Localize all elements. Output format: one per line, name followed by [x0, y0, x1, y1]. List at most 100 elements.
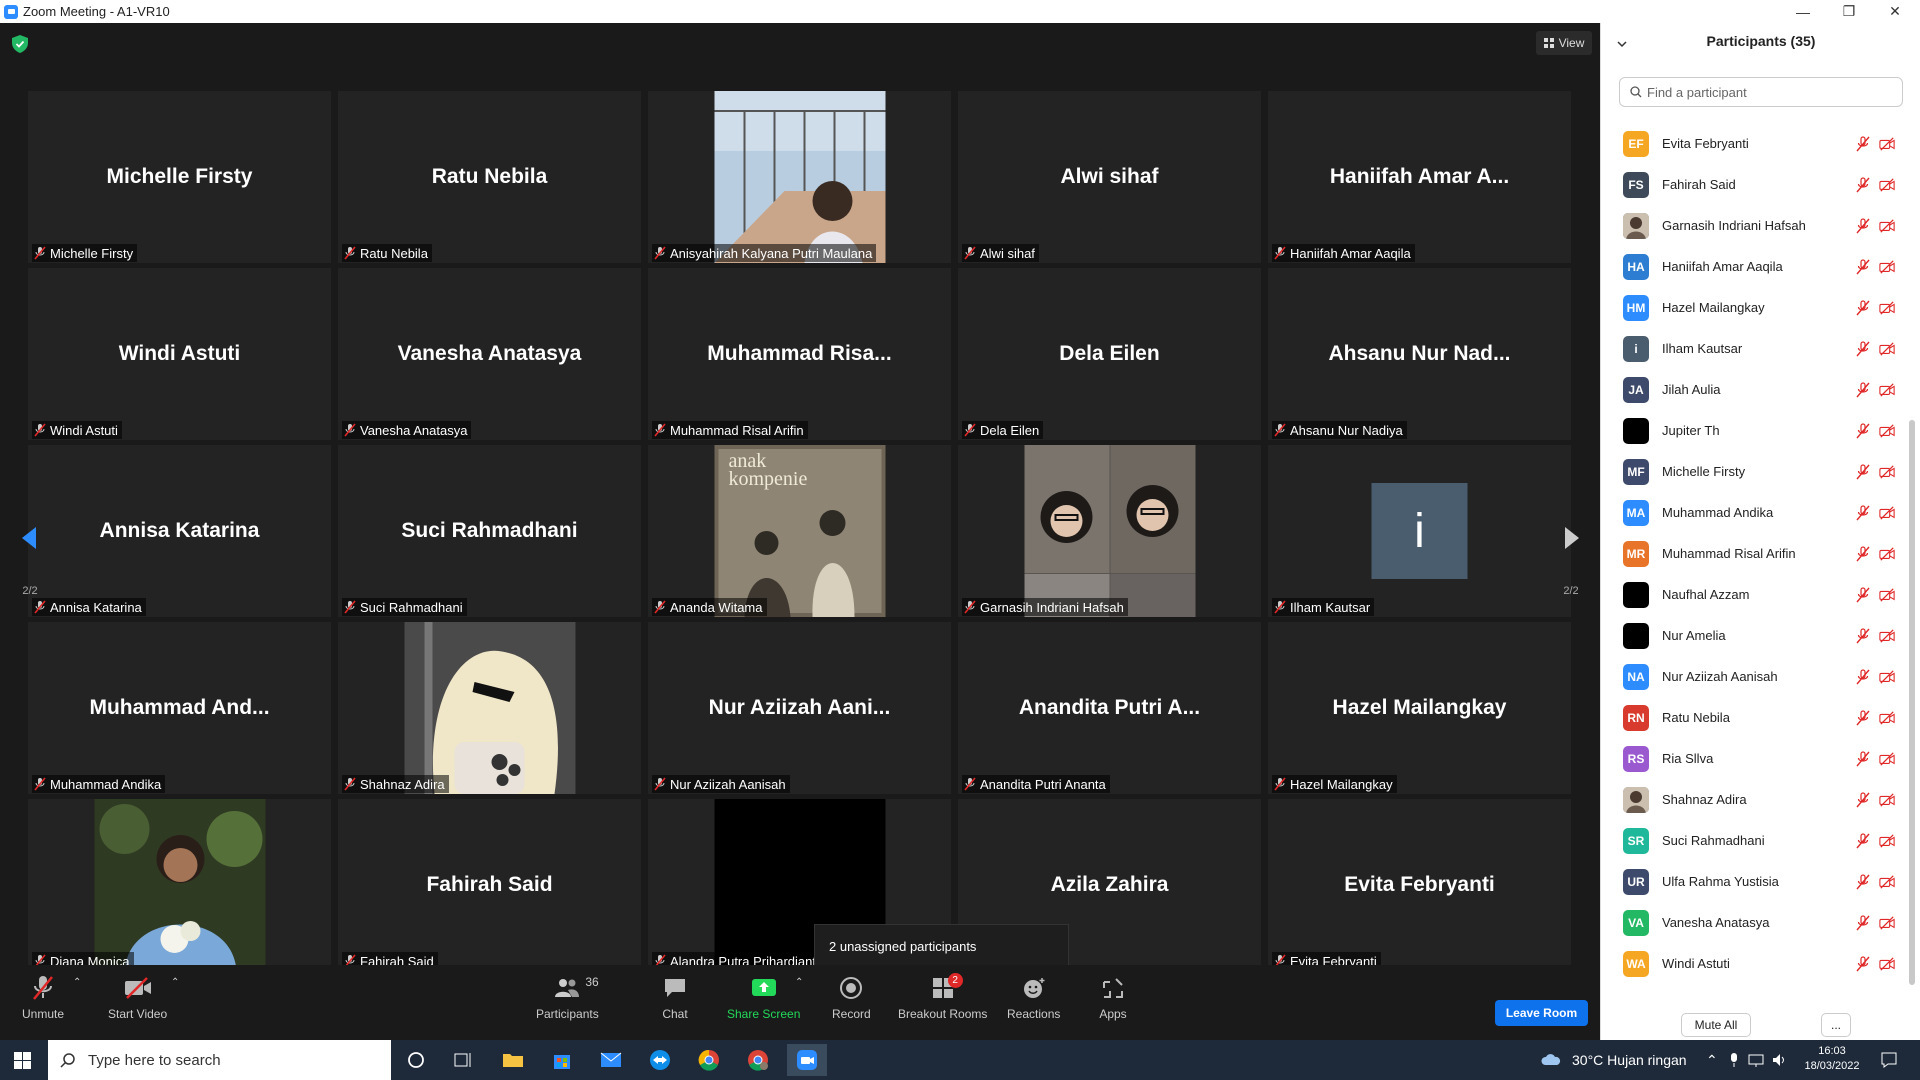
leave-room-button[interactable]: Leave Room — [1495, 1000, 1588, 1026]
video-off-icon[interactable] — [1879, 956, 1895, 972]
video-off-icon[interactable] — [1879, 710, 1895, 726]
participant-list-item[interactable]: JA Jilah Aulia — [1601, 369, 1901, 410]
muted-mic-icon[interactable] — [1855, 955, 1871, 972]
muted-mic-icon[interactable] — [1855, 709, 1871, 726]
chrome-profile-icon[interactable] — [738, 1044, 778, 1076]
video-off-icon[interactable] — [1879, 628, 1895, 644]
file-explorer-icon[interactable] — [493, 1044, 533, 1076]
participant-search-input[interactable]: Find a participant — [1619, 77, 1903, 107]
participants-button[interactable]: 36 Participants — [536, 973, 599, 1021]
participant-list-item[interactable]: EF Evita Febryanti — [1601, 123, 1901, 164]
video-off-icon[interactable] — [1879, 464, 1895, 480]
start-video-button[interactable]: Start Video — [108, 973, 167, 1021]
participant-tile[interactable]: Haniifah Amar A... Haniifah Amar Aaqila — [1268, 91, 1571, 263]
participant-list-item[interactable]: NA Nur Aziizah Aanisah — [1601, 656, 1901, 697]
participant-list-item[interactable]: HM Hazel Mailangkay — [1601, 287, 1901, 328]
weather-widget[interactable]: 30°C Hujan ringan — [1540, 1040, 1687, 1080]
participant-list-item[interactable]: RN Ratu Nebila — [1601, 697, 1901, 738]
muted-mic-icon[interactable] — [1855, 299, 1871, 316]
participant-list-scrollbar[interactable] — [1909, 420, 1915, 985]
share-options-caret[interactable]: ⌃ — [795, 977, 803, 988]
participant-tile[interactable]: Dela Eilen Dela Eilen — [958, 268, 1261, 440]
show-hidden-icons-icon[interactable]: ⌃ — [1706, 1052, 1718, 1069]
participant-list-item[interactable]: SR Suci Rahmadhani — [1601, 820, 1901, 861]
muted-mic-icon[interactable] — [1855, 463, 1871, 480]
video-off-icon[interactable] — [1879, 505, 1895, 521]
participant-list-item[interactable]: HA Haniifah Amar Aaqila — [1601, 246, 1901, 287]
participant-tile[interactable]: Evita Febryanti Evita Febryanti — [1268, 799, 1571, 971]
video-off-icon[interactable] — [1879, 341, 1895, 357]
participant-tile[interactable]: Alwi sihaf Alwi sihaf — [958, 91, 1261, 263]
video-off-icon[interactable] — [1879, 136, 1895, 152]
muted-mic-icon[interactable] — [1855, 381, 1871, 398]
previous-page-button[interactable]: 2/2 — [10, 511, 50, 597]
participant-tile[interactable]: Diana Monica — [28, 799, 331, 971]
task-view-icon[interactable] — [443, 1044, 483, 1076]
restore-button[interactable]: ❐ — [1826, 0, 1872, 23]
video-off-icon[interactable] — [1879, 874, 1895, 890]
participant-tile[interactable]: Vanesha Anatasya Vanesha Anatasya — [338, 268, 641, 440]
participant-list-item[interactable]: WA Windi Astuti — [1601, 943, 1901, 984]
video-off-icon[interactable] — [1879, 915, 1895, 931]
network-icon[interactable] — [1748, 1053, 1764, 1067]
participant-tile[interactable]: Hazel Mailangkay Hazel Mailangkay — [1268, 622, 1571, 794]
reactions-button[interactable]: Reactions — [1007, 973, 1060, 1021]
participant-tile[interactable]: Muhammad And... Muhammad Andika — [28, 622, 331, 794]
chat-button[interactable]: Chat — [660, 973, 690, 1021]
video-off-icon[interactable] — [1879, 669, 1895, 685]
participant-list-item[interactable]: UR Ulfa Rahma Yustisia — [1601, 861, 1901, 902]
unmute-button[interactable]: Unmute — [22, 973, 64, 1021]
video-off-icon[interactable] — [1879, 792, 1895, 808]
mute-all-button[interactable]: Mute All — [1681, 1013, 1751, 1037]
next-page-button[interactable]: 2/2 — [1551, 511, 1591, 597]
windows-start-icon[interactable] — [14, 1052, 31, 1069]
muted-mic-icon[interactable] — [1855, 545, 1871, 562]
participant-tile[interactable]: Anandita Putri A... Anandita Putri Ananta — [958, 622, 1261, 794]
video-off-icon[interactable] — [1879, 833, 1895, 849]
muted-mic-icon[interactable] — [1855, 873, 1871, 890]
participant-tile[interactable]: Muhammad Risa... Muhammad Risal Arifin — [648, 268, 951, 440]
participant-tile[interactable]: Ratu Nebila Ratu Nebila — [338, 91, 641, 263]
participant-tile[interactable]: i Ilham Kautsar — [1268, 445, 1571, 617]
participant-tile[interactable]: Shahnaz Adira — [338, 622, 641, 794]
teamviewer-icon[interactable] — [640, 1044, 680, 1076]
taskbar-search-input[interactable]: Type here to search — [48, 1040, 391, 1080]
participant-tile[interactable]: Michelle Firsty Michelle Firsty — [28, 91, 331, 263]
participant-list-item[interactable]: MR Muhammad Risal Arifin — [1601, 533, 1901, 574]
muted-mic-icon[interactable] — [1855, 914, 1871, 931]
minimize-button[interactable]: — — [1780, 0, 1826, 23]
participant-list-item[interactable]: Shahnaz Adira — [1601, 779, 1901, 820]
video-off-icon[interactable] — [1879, 300, 1895, 316]
unassigned-participants-tooltip[interactable]: 2 unassigned participants — [814, 924, 1069, 968]
close-button[interactable]: ✕ — [1872, 0, 1918, 23]
muted-mic-icon[interactable] — [1855, 217, 1871, 234]
participant-list-item[interactable]: Nur Amelia — [1601, 615, 1901, 656]
muted-mic-icon[interactable] — [1855, 176, 1871, 193]
participant-list-item[interactable]: MF Michelle Firsty — [1601, 451, 1901, 492]
participant-list-item[interactable]: FS Fahirah Said — [1601, 164, 1901, 205]
muted-mic-icon[interactable] — [1855, 422, 1871, 439]
record-button[interactable]: Record — [832, 973, 871, 1021]
share-screen-button[interactable]: Share Screen — [727, 973, 800, 1021]
participant-list-item[interactable]: Naufhal Azzam — [1601, 574, 1901, 615]
participant-tile[interactable]: Nur Aziizah Aani... Nur Aziizah Aanisah — [648, 622, 951, 794]
breakout-rooms-button[interactable]: 2 Breakout Rooms — [898, 973, 987, 1021]
audio-options-caret[interactable]: ⌃ — [73, 977, 81, 988]
participant-tile[interactable]: Fahirah Said Fahirah Said — [338, 799, 641, 971]
participant-list-item[interactable]: Garnasih Indriani Hafsah — [1601, 205, 1901, 246]
video-off-icon[interactable] — [1879, 259, 1895, 275]
participant-list-item[interactable]: VA Vanesha Anatasya — [1601, 902, 1901, 943]
zoom-taskbar-icon[interactable] — [787, 1044, 827, 1076]
participant-tile[interactable]: Suci Rahmadhani Suci Rahmadhani — [338, 445, 641, 617]
mail-icon[interactable] — [591, 1044, 631, 1076]
participant-tile[interactable]: Anisyahirah Kalyana Putri Maulana — [648, 91, 951, 263]
encryption-shield-icon[interactable] — [12, 35, 28, 53]
microsoft-store-icon[interactable] — [542, 1044, 582, 1076]
video-off-icon[interactable] — [1879, 587, 1895, 603]
participant-list-item[interactable]: MA Muhammad Andika — [1601, 492, 1901, 533]
participant-tile[interactable]: Annisa Katarina Annisa Katarina — [28, 445, 331, 617]
muted-mic-icon[interactable] — [1855, 791, 1871, 808]
muted-mic-icon[interactable] — [1855, 258, 1871, 275]
video-off-icon[interactable] — [1879, 177, 1895, 193]
participant-tile[interactable]: Ahsanu Nur Nad... Ahsanu Nur Nadiya — [1268, 268, 1571, 440]
